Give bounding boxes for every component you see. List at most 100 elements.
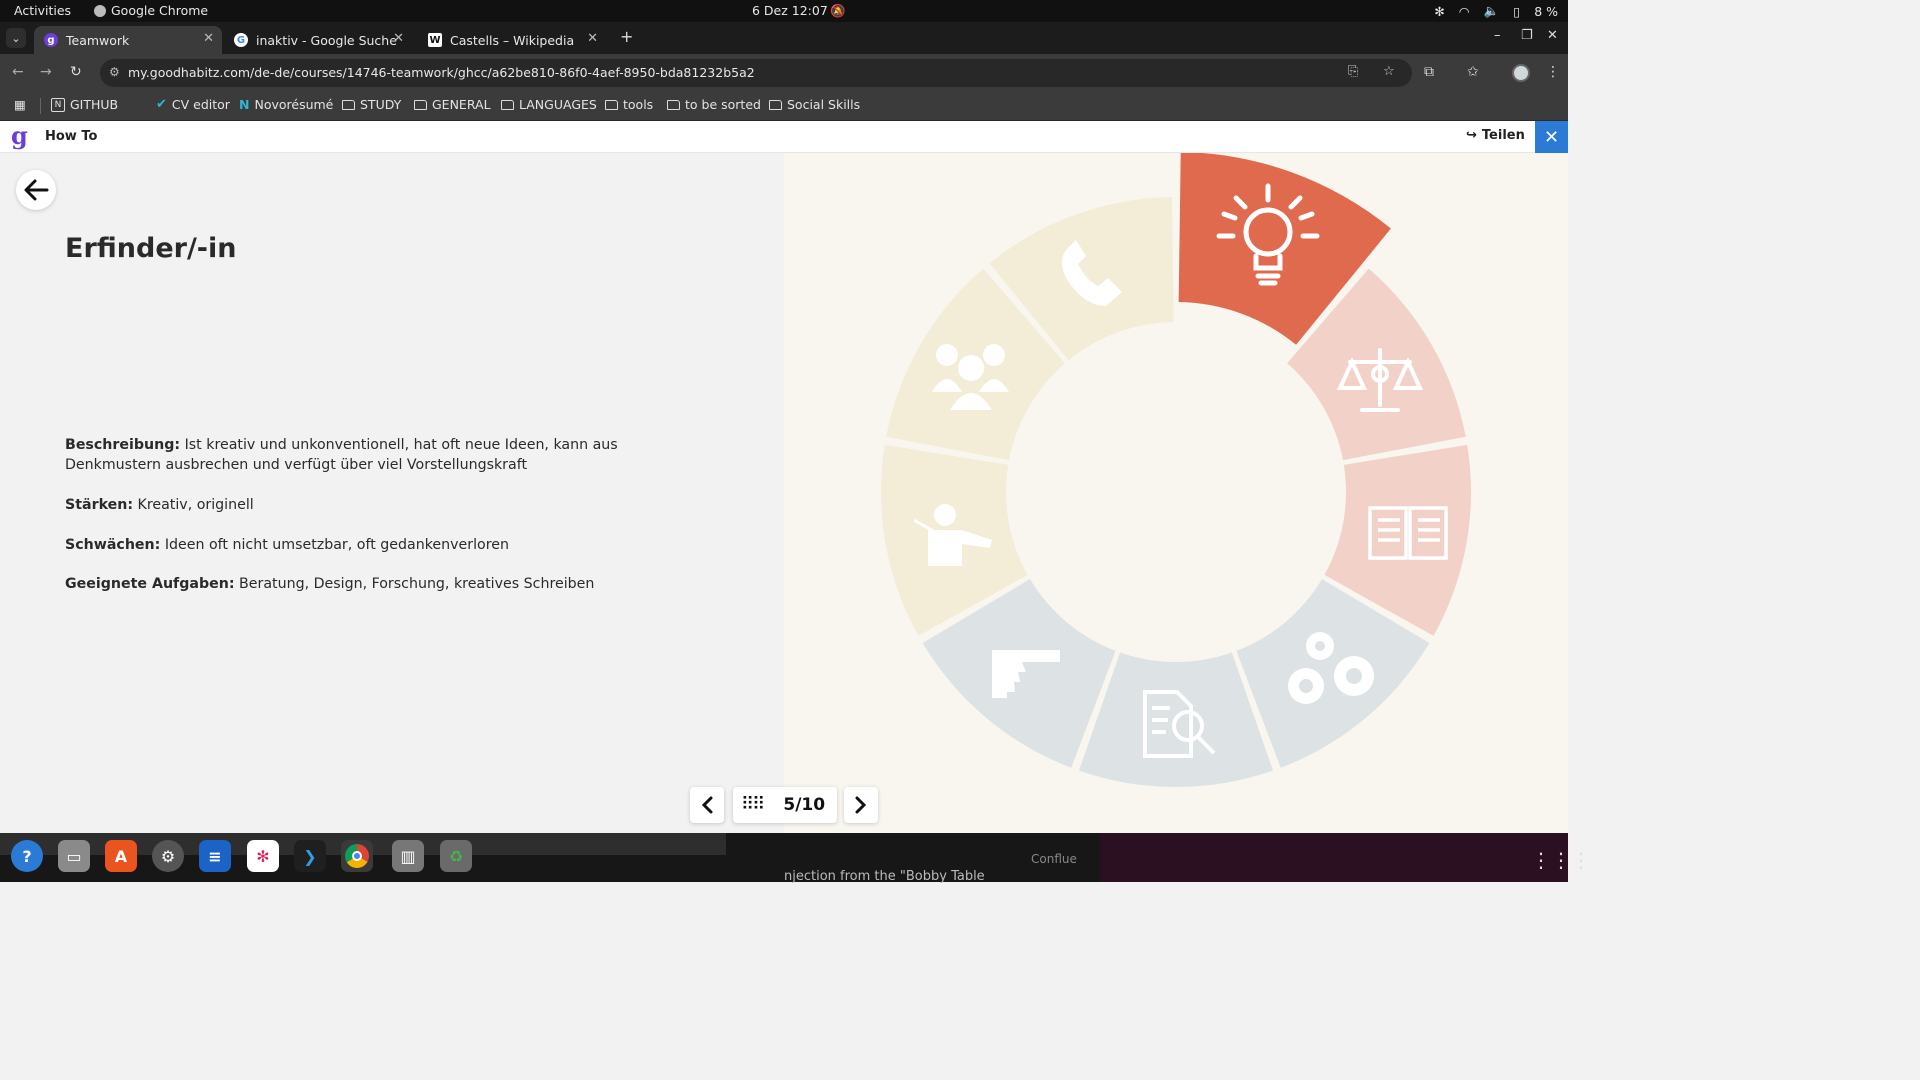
strengths-text: Kreativ, originell [137, 497, 254, 513]
bookmarks-manager-icon[interactable]: ✩ [1467, 64, 1479, 80]
chrome-icon [94, 4, 106, 17]
reload-icon[interactable]: ↻ [70, 64, 82, 80]
writer-document-icon[interactable]: ≡ [199, 840, 231, 872]
trash-icon[interactable]: ♻ [440, 840, 472, 872]
window-close-icon[interactable]: ✕ [1547, 28, 1558, 43]
bookmark-label: CV editor [171, 97, 230, 112]
vscode-icon[interactable]: ❯ [294, 840, 326, 872]
tasks-text: Beratung, Design, Forschung, kreatives S… [239, 576, 595, 592]
strengths-label: Stärken: [65, 497, 134, 513]
tab-label: Castells – Wikipedia [450, 32, 575, 48]
show-apps-icon[interactable]: ⋮⋮⋮ [1531, 848, 1591, 872]
dock-background-window [1100, 833, 1568, 882]
tab-close-icon[interactable]: ✕ [587, 31, 598, 46]
bookmark-folder-study[interactable]: STUDY [342, 97, 401, 112]
description-label: Beschreibung: [65, 437, 181, 453]
app-center-icon[interactable]: A [105, 840, 137, 872]
grid-dots-icon: ⠿⠿ [741, 794, 765, 815]
files-icon[interactable]: ▭ [58, 840, 90, 872]
back-arrow-icon[interactable]: ← [12, 64, 24, 80]
translate-icon[interactable]: ⎘ [1348, 64, 1358, 79]
tasks-paragraph: Geeignete Aufgaben: Beratung, Design, Fo… [65, 574, 685, 594]
folder-icon [769, 99, 782, 110]
page-title: How To [45, 129, 98, 144]
tab-strip: ⌄ g Teamwork ✕ G inaktiv - Google Suche … [0, 22, 1568, 54]
profile-avatar[interactable] [1512, 64, 1530, 82]
wikipedia-icon: W [428, 33, 442, 47]
slack-tray-icon[interactable]: ✻ [1434, 4, 1444, 19]
goodhabitz-logo[interactable]: g [11, 124, 31, 150]
bookmark-folder-to-be-sorted[interactable]: to be sorted [667, 97, 761, 112]
weaknesses-paragraph: Schwächen: Ideen oft nicht umsetzbar, of… [65, 535, 685, 555]
app-menu[interactable]: Google Chrome [94, 3, 208, 18]
tab-search-button[interactable]: ⌄ [6, 28, 26, 48]
settings-gear-icon[interactable]: ⚙ [152, 840, 184, 872]
browser-toolbar: ← → ↻ ⚙ my.goodhabitz.com/de-de/courses/… [0, 54, 1568, 92]
close-course-button[interactable]: ✕ [1535, 121, 1568, 153]
bookmark-folder-tools[interactable]: tools [605, 97, 653, 112]
strengths-paragraph: Stärken: Kreativ, originell [65, 495, 685, 515]
tab-wikipedia[interactable]: W Castells – Wikipedia ✕ [418, 26, 606, 54]
apps-grid-icon[interactable]: ▦ [14, 97, 26, 112]
bookmark-folder-languages[interactable]: LANGUAGES [501, 97, 597, 112]
folder-icon [667, 99, 680, 110]
share-button[interactable]: ↪ Teilen [1466, 128, 1525, 143]
app-name: Google Chrome [111, 3, 209, 18]
clock[interactable]: 6 Dez 12:07 [752, 3, 828, 18]
bookmark-label: to be sorted [685, 97, 761, 112]
bookmarks-divider [40, 98, 41, 114]
extensions-icon[interactable]: ⧉ [1424, 64, 1434, 80]
roles-wheel [881, 153, 1471, 787]
activities-button[interactable]: Activities [14, 3, 71, 18]
notion-icon: N [51, 97, 65, 112]
chevron-left-icon [701, 796, 713, 814]
minimize-icon[interactable]: – [1494, 28, 1501, 43]
maximize-icon[interactable]: ❐ [1521, 28, 1533, 43]
bookmark-label: LANGUAGES [519, 97, 597, 112]
battery-icon: ▯ [1513, 3, 1521, 19]
bookmark-label: GITHUB [70, 97, 119, 112]
description-paragraph: Beschreibung: Ist kreativ und unkonventi… [65, 435, 685, 475]
bookmark-folder-social-skills[interactable]: Social Skills [769, 97, 860, 112]
chevron-right-icon [855, 796, 867, 814]
volume-icon: 🔈 [1483, 3, 1500, 18]
page-overview-button[interactable]: ⠿⠿ 5/10 [733, 787, 837, 823]
share-arrow-icon: ↪ [1466, 128, 1477, 143]
site-settings-icon[interactable]: ⚙ [109, 65, 120, 79]
tab-close-icon[interactable]: ✕ [203, 31, 214, 46]
back-arrow-icon [24, 179, 49, 201]
tab-label: Teamwork [66, 32, 130, 48]
address-bar[interactable]: ⚙ my.goodhabitz.com/de-de/courses/14746-… [100, 59, 1412, 87]
tab-teamwork[interactable]: g Teamwork ✕ [34, 26, 222, 54]
bookmarks-bar: ▦ N GITHUB ✔ CV editor N Novorésumé STUD… [0, 92, 1568, 121]
chrome-dock-icon[interactable] [341, 840, 373, 872]
forward-arrow-icon[interactable]: → [40, 64, 52, 80]
illustration-panel [784, 153, 1568, 833]
google-icon: G [234, 33, 248, 47]
battery-level: 8 % [1534, 3, 1558, 19]
slack-icon[interactable]: ✻ [247, 840, 279, 872]
folder-icon [414, 99, 427, 110]
weaknesses-text: Ideen oft nicht umsetzbar, oft gedankenv… [164, 537, 509, 553]
previous-page-button[interactable] [690, 787, 724, 823]
next-page-button[interactable] [844, 787, 878, 823]
url-text[interactable]: my.goodhabitz.com/de-de/courses/14746-te… [128, 65, 755, 80]
bookmark-label: STUDY [360, 97, 402, 112]
storage-icon[interactable]: ▥ [392, 840, 424, 872]
bookmark-cv-editor[interactable]: ✔ CV editor [156, 97, 230, 112]
help-icon[interactable]: ? [11, 840, 43, 872]
tab-label: inaktiv - Google Suche [256, 32, 397, 48]
tab-google-search[interactable]: G inaktiv - Google Suche ✕ [224, 26, 412, 54]
bookmark-github[interactable]: N GITHUB [51, 97, 118, 112]
system-tray[interactable]: ✻ ◠ 🔈 ▯ 8 % [1434, 3, 1558, 19]
tab-close-icon[interactable]: ✕ [393, 31, 404, 46]
back-button[interactable] [16, 170, 56, 210]
new-tab-button[interactable]: + [620, 27, 633, 46]
course-header: g How To ↪ Teilen ✕ [0, 121, 1568, 153]
more-menu-icon[interactable]: ⋮ [1546, 64, 1560, 80]
bookmark-label: tools [623, 97, 654, 112]
bookmark-star-icon[interactable]: ☆ [1383, 64, 1395, 79]
check-circle-icon: ✔ [156, 97, 167, 112]
bookmark-novoresume[interactable]: N Novorésumé [239, 97, 333, 112]
bookmark-folder-general[interactable]: GENERAL [414, 97, 491, 112]
